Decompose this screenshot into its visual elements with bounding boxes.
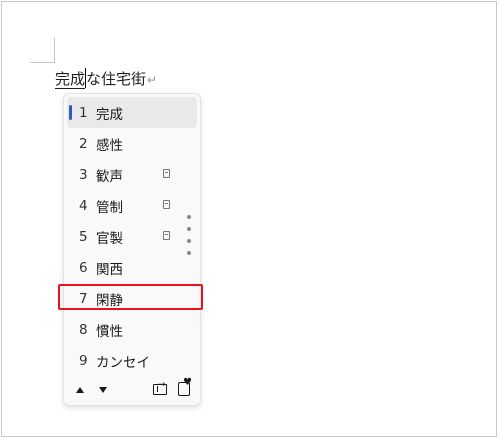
candidate-item[interactable]: 2 感性: [67, 128, 197, 159]
ime-footer-toolbar: ♥: [64, 377, 200, 405]
candidate-number: 3: [79, 166, 88, 183]
candidate-item[interactable]: 9 カンセイ: [67, 345, 197, 376]
candidate-text: 感性: [96, 137, 123, 154]
candidate-number: 9: [79, 352, 88, 369]
candidate-list: 1 完成 2 感性 3 歓声 4 管制 5 官製 6 関西 7 閑静 8 慣性 9 カンセイ: [67, 97, 197, 376]
ime-candidate-window: 1完成2感性3歓声4管制5官製6関西7閑静8慣性9カンセイ ♥: [63, 93, 201, 406]
highlight-annotation-box: [58, 284, 203, 310]
expand-table-icon[interactable]: [153, 380, 167, 395]
body-text: な住宅街: [86, 70, 147, 88]
dictionary-icon: [163, 200, 170, 209]
composing-text: 完成: [55, 70, 86, 88]
paragraph-mark-icon: ↵: [147, 73, 158, 87]
margin-corner-mark: [30, 38, 55, 63]
candidate-item[interactable]: 3 歓声: [67, 159, 197, 190]
candidate-text: 歓声: [96, 168, 123, 185]
dictionary-icon: [163, 169, 170, 178]
document-text-line[interactable]: 完成な住宅街↵: [55, 66, 157, 92]
candidate-number: 2: [79, 135, 88, 152]
emoji-heart-icon[interactable]: ♥: [178, 377, 192, 396]
candidate-text: カンセイ: [96, 354, 150, 371]
dictionary-icon: [163, 231, 170, 240]
candidate-text: 完成: [96, 106, 123, 123]
candidate-number: 4: [79, 197, 88, 214]
candidate-text: 慣性: [96, 323, 123, 340]
candidate-number: 5: [79, 228, 88, 245]
triangle-up-icon[interactable]: [76, 387, 84, 393]
candidate-item[interactable]: 1 完成: [67, 97, 197, 128]
candidate-item[interactable]: 6 関西: [67, 252, 197, 283]
candidate-text: 管制: [96, 199, 123, 216]
candidate-number: 1: [79, 104, 88, 121]
candidate-text: 官製: [96, 230, 123, 247]
triangle-down-icon[interactable]: [99, 387, 107, 393]
more-options-icon[interactable]: [187, 215, 191, 263]
candidate-number: 6: [79, 259, 88, 276]
candidate-item[interactable]: 4 管制: [67, 190, 197, 221]
candidate-item[interactable]: 5 官製: [67, 221, 197, 252]
candidate-text: 関西: [96, 261, 123, 278]
candidate-number: 8: [79, 321, 88, 338]
candidate-item[interactable]: 8 慣性: [67, 314, 197, 345]
